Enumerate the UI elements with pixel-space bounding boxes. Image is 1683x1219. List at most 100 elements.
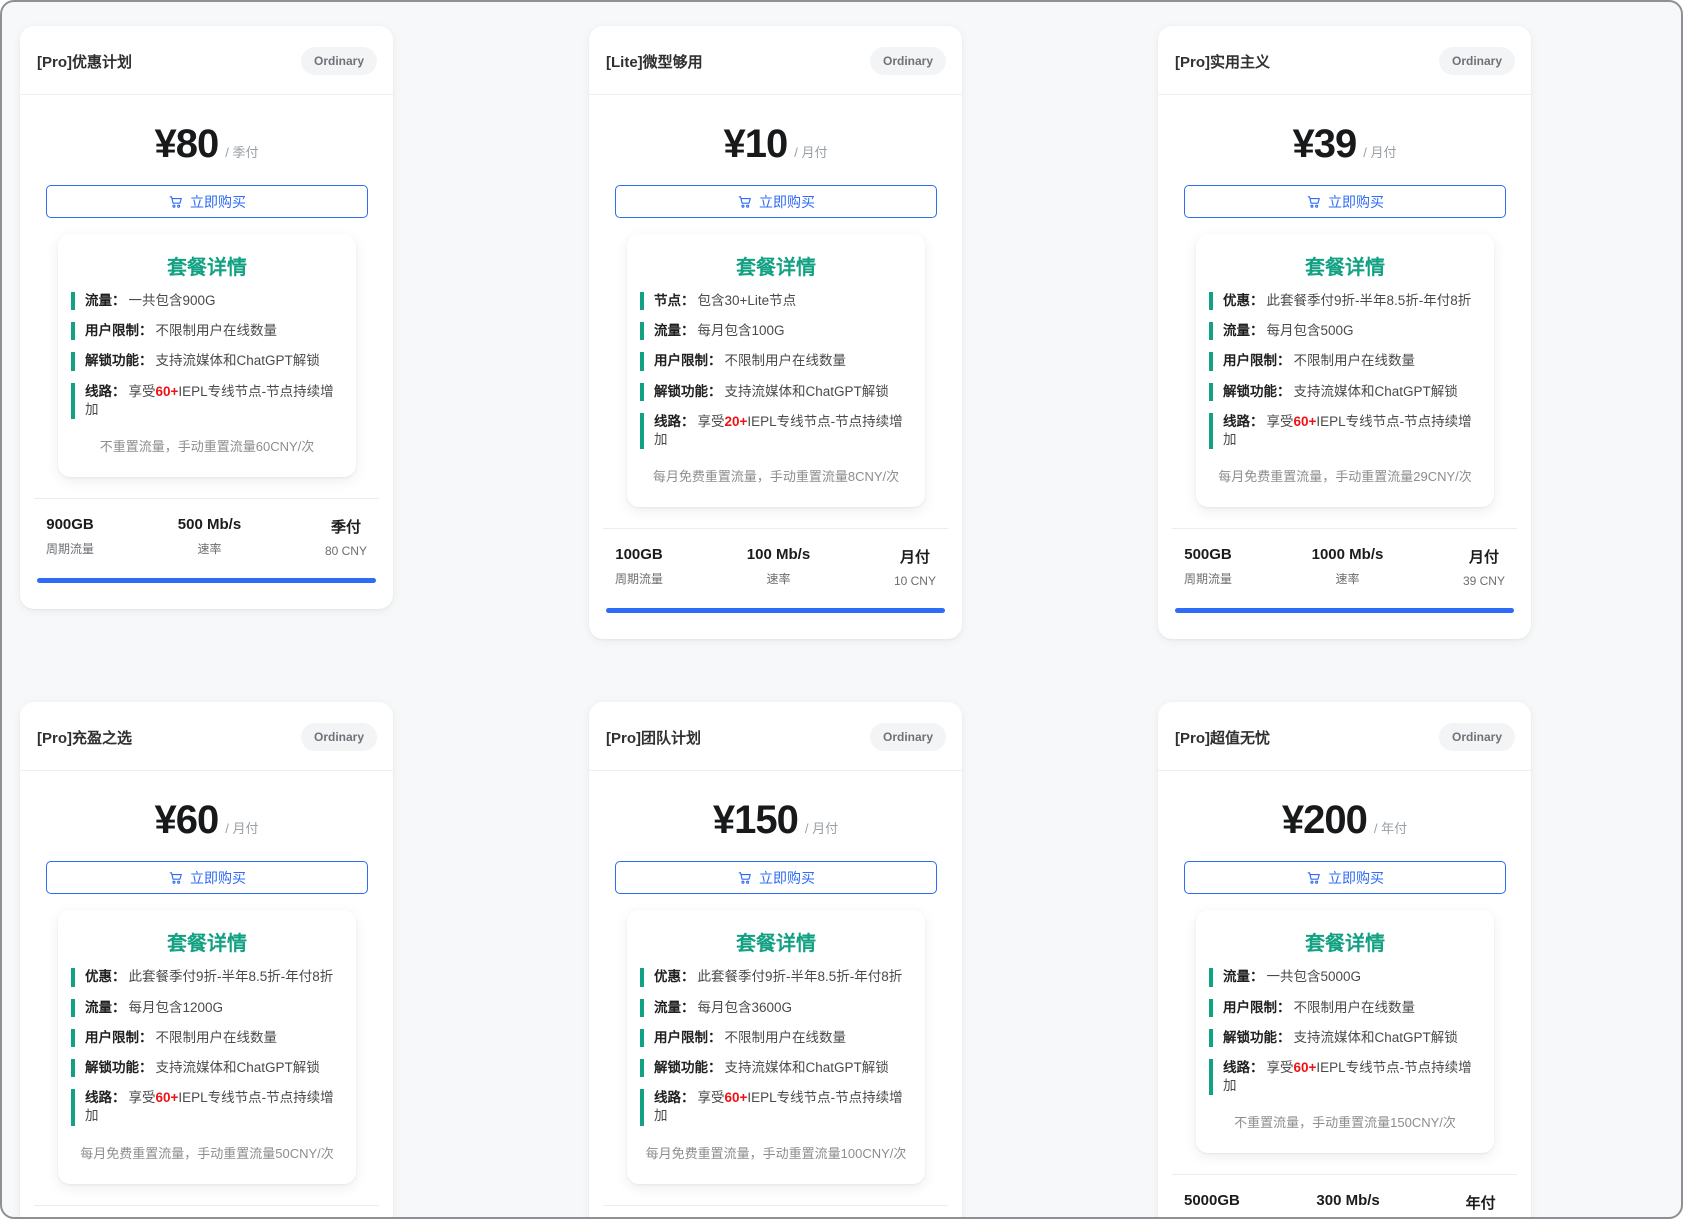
usage-progress-bar — [37, 578, 376, 583]
feature-list: 流量：一共包含5000G 用户限制：不限制用户在线数量 解锁功能：支持流媒体和C… — [1209, 968, 1481, 1095]
feature-label: 流量： — [654, 323, 695, 338]
stat-item: 100GB 周期流量 — [615, 546, 663, 588]
feature-row: 解锁功能：支持流媒体和ChatGPT解锁 — [71, 352, 343, 370]
feature-highlight: 60+ — [1294, 1060, 1317, 1075]
buy-now-label: 立即购买 — [190, 868, 246, 888]
feature-text: 不限制用户在线数量 — [1294, 353, 1416, 368]
price-row: ¥10 / 月付 — [589, 95, 962, 176]
feature-row: 用户限制：不限制用户在线数量 — [1209, 352, 1481, 370]
stat-value: 500GB — [1184, 546, 1232, 563]
buy-now-button[interactable]: 立即购买 — [46, 861, 368, 894]
stat-label: 周期流量 — [1184, 570, 1232, 587]
plan-title: [Pro]超值无忧 — [1175, 727, 1270, 748]
plan-price: ¥80 — [155, 122, 219, 167]
plan-billing-period: / 月付 — [225, 818, 258, 837]
feature-label: 线路： — [654, 414, 695, 429]
card-header: [Pro]优惠计划 Ordinary — [20, 26, 393, 95]
feature-row: 优惠：此套餐季付9折-半年8.5折-年付8折 — [640, 968, 912, 986]
plan-details-box: 套餐详情 节点：包含30+Lite节点 流量：每月包含100G 用户限制：不限制… — [627, 234, 925, 507]
buy-now-button[interactable]: 立即购买 — [1184, 185, 1506, 218]
feature-text: 一共包含5000G — [1267, 969, 1362, 984]
plan-billing-period: / 季付 — [225, 142, 258, 161]
buy-now-button[interactable]: 立即购买 — [615, 861, 937, 894]
feature-list: 优惠：此套餐季付9折-半年8.5折-年付8折 流量：每月包含1200G 用户限制… — [71, 968, 343, 1125]
plan-price: ¥39 — [1293, 122, 1357, 167]
stat-value: 月付 — [1463, 546, 1505, 567]
feature-label: 线路： — [85, 1090, 126, 1105]
buy-now-label: 立即购买 — [1328, 868, 1384, 888]
cart-icon — [1306, 194, 1321, 209]
card-header: [Pro]实用主义 Ordinary — [1158, 26, 1531, 95]
feature-label: 流量： — [85, 293, 126, 308]
stat-value: 100 Mb/s — [747, 546, 810, 563]
stat-value: 年付 — [1456, 1192, 1505, 1213]
price-row: ¥200 / 年付 — [1158, 771, 1531, 852]
plan-billing-period: / 月付 — [794, 142, 827, 161]
price-row: ¥60 / 月付 — [20, 771, 393, 852]
stat-value: 500 Mb/s — [178, 516, 241, 533]
feature-highlight: 20+ — [725, 414, 748, 429]
details-title: 套餐详情 — [71, 251, 343, 280]
plan-price: ¥200 — [1282, 798, 1367, 843]
stat-label: 周期流量 — [46, 540, 94, 557]
plan-title: [Pro]优惠计划 — [37, 51, 132, 72]
feature-text: 每月包含100G — [698, 323, 785, 338]
feature-list: 节点：包含30+Lite节点 流量：每月包含100G 用户限制：不限制用户在线数… — [640, 292, 912, 449]
plan-card: [Lite]微型够用 Ordinary ¥10 / 月付 立即购买 套餐详情 节… — [589, 26, 962, 639]
feature-label: 流量： — [85, 1000, 126, 1015]
feature-label: 用户限制： — [85, 1030, 153, 1045]
feature-highlight: 60+ — [725, 1090, 748, 1105]
card-header: [Pro]超值无忧 Ordinary — [1158, 702, 1531, 771]
plan-details-box: 套餐详情 优惠：此套餐季付9折-半年8.5折-年付8折 流量：每月包含1200G… — [58, 910, 356, 1183]
feature-text: 支持流媒体和ChatGPT解锁 — [156, 1060, 320, 1075]
plan-price: ¥10 — [724, 122, 788, 167]
plan-price: ¥150 — [713, 798, 798, 843]
pricing-page: [Pro]优惠计划 Ordinary ¥80 / 季付 立即购买 套餐详情 流量… — [0, 0, 1683, 1219]
buy-now-button[interactable]: 立即购买 — [46, 185, 368, 218]
feature-label: 解锁功能： — [654, 384, 722, 399]
plan-card: [Pro]实用主义 Ordinary ¥39 / 月付 立即购买 套餐详情 优惠… — [1158, 26, 1531, 639]
plan-billing-period: / 月付 — [1363, 142, 1396, 161]
plan-grid: [Pro]优惠计划 Ordinary ¥80 / 季付 立即购买 套餐详情 流量… — [2, 2, 1681, 1219]
feature-label: 解锁功能： — [85, 1060, 153, 1075]
stat-value: 900GB — [46, 516, 94, 533]
card-header: [Pro]团队计划 Ordinary — [589, 702, 962, 771]
plan-badge: Ordinary — [1439, 723, 1515, 751]
feature-row: 流量：每月包含1200G — [71, 999, 343, 1017]
stat-label: 速率 — [178, 540, 241, 557]
feature-row: 线路：享受60+IEPL专线节点-节点持续增加 — [71, 1089, 343, 1125]
plan-title: [Pro]充盈之选 — [37, 727, 132, 748]
feature-highlight: 60+ — [156, 384, 179, 399]
stat-item: 100 Mb/s 速率 — [747, 546, 810, 588]
feature-row: 流量：每月包含500G — [1209, 322, 1481, 340]
plan-badge: Ordinary — [870, 723, 946, 751]
feature-row: 用户限制：不限制用户在线数量 — [640, 352, 912, 370]
stats-row: 500GB 周期流量 1000 Mb/s 速率 月付 39 CNY — [1158, 529, 1531, 601]
plan-title: [Lite]微型够用 — [606, 51, 703, 72]
feature-text: 不限制用户在线数量 — [725, 1030, 847, 1045]
details-title: 套餐详情 — [640, 927, 912, 956]
stat-item: 5000GB 周期流量 — [1184, 1192, 1240, 1219]
buy-now-label: 立即购买 — [190, 192, 246, 212]
feature-label: 优惠： — [85, 969, 126, 984]
card-header: [Pro]充盈之选 Ordinary — [20, 702, 393, 771]
feature-row: 解锁功能：支持流媒体和ChatGPT解锁 — [71, 1059, 343, 1077]
feature-row: 流量：每月包含3600G — [640, 999, 912, 1017]
plan-billing-period: / 年付 — [1374, 818, 1407, 837]
details-title: 套餐详情 — [1209, 927, 1481, 956]
reset-policy-note: 每月免费重置流量，手动重置流量50CNY/次 — [71, 1143, 343, 1162]
feature-label: 线路： — [1223, 1060, 1264, 1075]
feature-list: 优惠：此套餐季付9折-半年8.5折-年付8折 流量：每月包含500G 用户限制：… — [1209, 292, 1481, 449]
buy-now-button[interactable]: 立即购买 — [1184, 861, 1506, 894]
feature-row: 用户限制：不限制用户在线数量 — [640, 1029, 912, 1047]
feature-row: 线路：享受20+IEPL专线节点-节点持续增加 — [640, 413, 912, 449]
feature-label: 用户限制： — [85, 323, 153, 338]
stats-row: 1200GB 周期流量 无限速 速率 月付 60 CNY — [20, 1206, 393, 1219]
stat-label: 速率 — [747, 570, 810, 587]
feature-text: 此套餐季付9折-半年8.5折-年付8折 — [698, 969, 903, 984]
details-title: 套餐详情 — [71, 927, 343, 956]
buy-now-button[interactable]: 立即购买 — [615, 185, 937, 218]
stat-item: 300 Mb/s 速率 — [1316, 1192, 1379, 1219]
usage-progress-bar — [1175, 608, 1514, 613]
stat-value: 月付 — [894, 546, 936, 567]
